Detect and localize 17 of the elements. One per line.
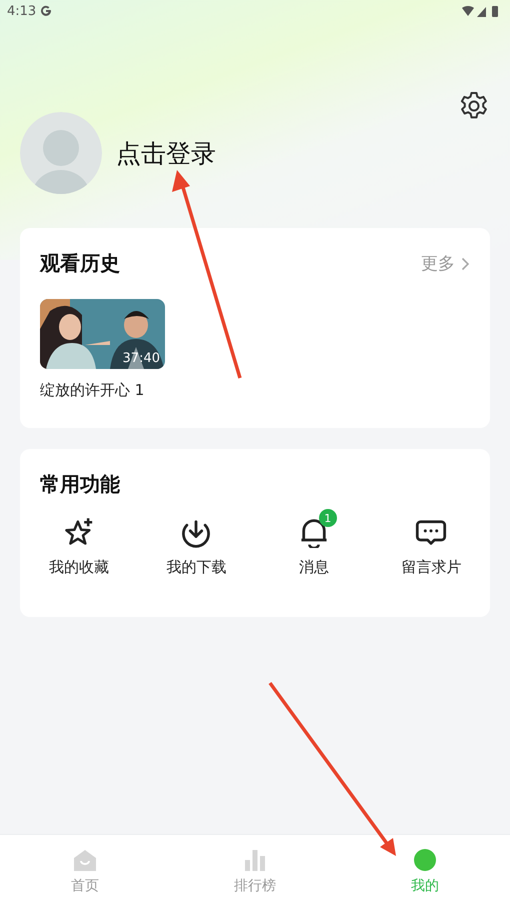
- function-button[interactable]: 1 消息: [255, 508, 372, 577]
- google-g-icon: [40, 5, 52, 17]
- status-icons: [462, 4, 500, 18]
- function-button[interactable]: 我的收藏: [20, 508, 138, 577]
- bar-chart-icon: [242, 847, 268, 873]
- section-title: 观看历史: [40, 250, 120, 277]
- function-button[interactable]: 留言求片: [372, 508, 490, 577]
- home-icon: [72, 847, 98, 873]
- section-title: 常用功能: [40, 471, 120, 498]
- count-badge: 1: [318, 509, 337, 527]
- login-link[interactable]: 点击登录: [116, 136, 216, 170]
- status-time: 4:13: [7, 4, 36, 18]
- function-button[interactable]: 我的下载: [138, 508, 255, 577]
- video-duration: 37:40: [122, 351, 160, 366]
- circle-icon: [412, 847, 438, 873]
- video-title[interactable]: 绽放的许开心 1: [40, 381, 470, 400]
- chevron-icon: [461, 256, 470, 270]
